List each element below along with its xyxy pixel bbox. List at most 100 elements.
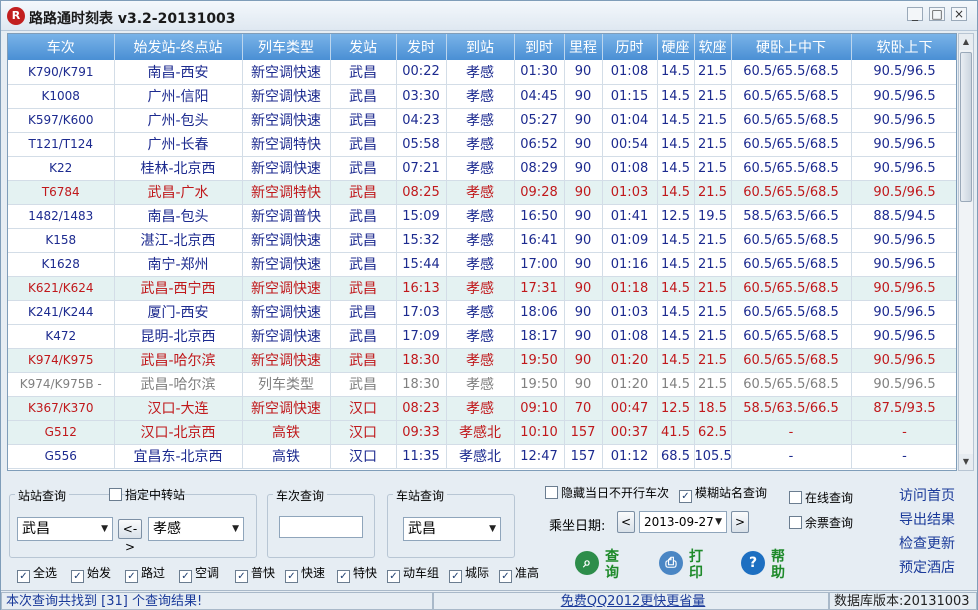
checkbox-box[interactable] bbox=[109, 488, 122, 501]
checkbox-box[interactable]: ✓ bbox=[449, 570, 462, 583]
table-row[interactable]: K367/K370 汉口-大连 新空调快速 汉口 08:23 孝感 09:10 70 00:47… bbox=[8, 396, 956, 421]
train-number-input[interactable] bbox=[279, 516, 363, 538]
checkbox-box[interactable]: ✓ bbox=[17, 570, 30, 583]
table-row[interactable]: K472 昆明-北京西 新空调快速 武昌 17:09 孝感 18:17 90 01:08 14.5… bbox=[8, 324, 956, 349]
column-header[interactable]: 发时 bbox=[396, 34, 447, 60]
date-picker[interactable]: 2013-09-27 ▼ bbox=[639, 511, 727, 533]
table-cell: 90 bbox=[564, 324, 603, 349]
from-station-select[interactable]: 武昌 ▼ bbox=[17, 517, 113, 541]
checkbox-box[interactable]: ✓ bbox=[125, 570, 138, 583]
train-type-checkbox[interactable]: ✓ 路过 bbox=[125, 566, 165, 583]
checkbox-box[interactable]: ✓ bbox=[235, 570, 248, 583]
table-row[interactable]: K158 湛江-北京西 新空调快速 武昌 15:32 孝感 16:41 90 01:09 14.5… bbox=[8, 228, 956, 253]
next-date-button[interactable]: > bbox=[731, 511, 749, 533]
scroll-down-icon[interactable]: ▼ bbox=[959, 454, 973, 470]
train-type-checkbox[interactable]: ✓ 动车组 bbox=[387, 566, 439, 583]
table-row[interactable]: T121/T124 广州-长春 新空调特快 武昌 05:58 孝感 06:52 90 00:54… bbox=[8, 132, 956, 157]
checkbox-box[interactable]: ✓ bbox=[285, 570, 298, 583]
side-link[interactable]: 预定酒店 bbox=[899, 557, 955, 577]
column-header[interactable]: 列车类型 bbox=[242, 34, 331, 60]
station-select[interactable]: 武昌 ▼ bbox=[403, 517, 501, 541]
table-cell: 90.5/96.5 bbox=[851, 180, 956, 205]
table-row[interactable]: K1628 南宁-郑州 新空调快速 武昌 15:44 孝感 17:00 90 01:16 14.5… bbox=[8, 252, 956, 277]
online-query-checkbox[interactable]: 在线查询 bbox=[789, 491, 853, 505]
table-cell: K241/K244 bbox=[8, 300, 115, 325]
scroll-thumb[interactable] bbox=[960, 52, 972, 202]
column-header[interactable]: 发站 bbox=[330, 34, 397, 60]
checkbox-box[interactable] bbox=[789, 516, 802, 529]
column-header[interactable]: 软卧上下 bbox=[851, 34, 956, 60]
side-link[interactable]: 检查更新 bbox=[899, 533, 955, 553]
remaining-tickets-checkbox[interactable]: 余票查询 bbox=[789, 516, 853, 530]
checkbox-box[interactable]: ✓ bbox=[679, 490, 692, 503]
column-header[interactable]: 硬座 bbox=[657, 34, 695, 60]
table-cell: 武昌 bbox=[330, 276, 397, 301]
column-header[interactable]: 里程 bbox=[564, 34, 603, 60]
train-type-checkbox[interactable]: ✓ 始发 bbox=[71, 566, 111, 583]
checkbox-box[interactable]: ✓ bbox=[387, 570, 400, 583]
checkbox-box[interactable] bbox=[789, 491, 802, 504]
column-header[interactable]: 硬卧上中下 bbox=[731, 34, 852, 60]
train-type-checkbox[interactable]: ✓ 全选 bbox=[17, 566, 57, 583]
side-link[interactable]: 导出结果 bbox=[899, 509, 955, 529]
from-station-value: 武昌 bbox=[22, 521, 50, 537]
vertical-scrollbar[interactable]: ▲ ▼ bbox=[958, 33, 974, 471]
checkbox-box[interactable]: ✓ bbox=[71, 570, 84, 583]
train-type-checkbox[interactable]: ✓ 普快 bbox=[235, 566, 275, 583]
table-row[interactable]: K1008 广州-信阳 新空调快速 武昌 03:30 孝感 04:45 90 01:15 14.5… bbox=[8, 84, 956, 109]
table-row[interactable]: K22 桂林-北京西 新空调快速 武昌 07:21 孝感 08:29 90 01:08 14.5 2… bbox=[8, 156, 956, 181]
query-button[interactable]: ⌕ 查询 bbox=[575, 549, 627, 583]
column-header[interactable]: 车次 bbox=[8, 34, 115, 60]
table-cell: K974/K975B - bbox=[8, 372, 115, 397]
chevron-down-icon: ▼ bbox=[101, 524, 108, 534]
hide-not-running-checkbox[interactable]: 隐藏当日不开行车次 bbox=[545, 486, 669, 500]
table-cell: 90 bbox=[564, 204, 603, 229]
table-row[interactable]: K974/K975B - 武昌-哈尔滨 列车类型 武昌 18:30 孝感 19:50 90 01… bbox=[8, 372, 956, 397]
title-bar: R 路路通时刻表 v3.2-20131003 _ □ × bbox=[1, 1, 977, 31]
prev-date-button[interactable]: < bbox=[617, 511, 635, 533]
train-type-checkbox[interactable]: ✓ 城际 bbox=[449, 566, 489, 583]
train-type-checkbox[interactable]: ✓ 快速 bbox=[285, 566, 325, 583]
print-button[interactable]: ⎙ 打印 bbox=[659, 549, 711, 583]
checkbox-box[interactable]: ✓ bbox=[179, 570, 192, 583]
table-row[interactable]: T6784 武昌-广水 新空调特快 武昌 08:25 孝感 09:28 90 01:03 14.5… bbox=[8, 180, 956, 205]
train-type-checkbox[interactable]: ✓ 空调 bbox=[179, 566, 219, 583]
column-header[interactable]: 始发站-终点站 bbox=[114, 34, 243, 60]
table-cell: 汉口 bbox=[330, 444, 397, 469]
minimize-icon[interactable]: _ bbox=[907, 7, 923, 21]
table-cell: 01:09 bbox=[602, 228, 658, 253]
side-link[interactable]: 访问首页 bbox=[899, 485, 955, 505]
table-cell: 01:08 bbox=[602, 60, 658, 85]
help-button[interactable]: ? 帮助 bbox=[741, 549, 793, 583]
table-row[interactable]: K241/K244 厦门-西安 新空调快速 武昌 17:03 孝感 18:06 90 01:03… bbox=[8, 300, 956, 325]
table-cell: 10:10 bbox=[514, 420, 565, 445]
close-icon[interactable]: × bbox=[951, 7, 967, 21]
table-row[interactable]: G512 汉口-北京西 高铁 汉口 09:33 孝感北 10:10 157 00:37 41.5 6… bbox=[8, 420, 956, 445]
table-row[interactable]: K790/K791 南昌-西安 新空调快速 武昌 00:22 孝感 01:30 90 01:08… bbox=[8, 60, 956, 85]
to-station-select[interactable]: 孝感 ▼ bbox=[148, 517, 244, 541]
train-type-checkbox[interactable]: ✓ 准高 bbox=[499, 566, 539, 583]
checkbox-box[interactable]: ✓ bbox=[337, 570, 350, 583]
column-header[interactable]: 到站 bbox=[446, 34, 515, 60]
table-row[interactable]: K974/K975 武昌-哈尔滨 新空调快速 武昌 18:30 孝感 19:50 90 01:2… bbox=[8, 348, 956, 373]
column-header[interactable]: 历时 bbox=[602, 34, 658, 60]
table-row[interactable]: K597/K600 广州-包头 新空调快速 武昌 04:23 孝感 05:27 90 01:04… bbox=[8, 108, 956, 133]
scroll-up-icon[interactable]: ▲ bbox=[959, 34, 973, 50]
table-row[interactable]: G556 宜昌东-北京西 高铁 汉口 11:35 孝感北 12:47 157 01:12 68.5… bbox=[8, 444, 956, 469]
table-cell: 厦门-西安 bbox=[114, 300, 243, 325]
checkbox-box[interactable]: ✓ bbox=[499, 570, 512, 583]
table-cell: 新空调快速 bbox=[242, 108, 331, 133]
checkbox-box[interactable] bbox=[545, 486, 558, 499]
swap-stations-button[interactable]: <-> bbox=[118, 519, 142, 554]
column-header[interactable]: 到时 bbox=[514, 34, 565, 60]
via-station-checkbox[interactable]: 指定中转站 bbox=[109, 488, 185, 502]
fuzzy-station-checkbox[interactable]: ✓ 模糊站名查询 bbox=[679, 486, 767, 503]
maximize-icon[interactable]: □ bbox=[929, 7, 945, 21]
table-row[interactable]: 1482/1483 南昌-包头 新空调普快 武昌 15:09 孝感 16:50 90 01:41… bbox=[8, 204, 956, 229]
table-cell: 新空调快速 bbox=[242, 84, 331, 109]
promo-link[interactable]: 免费QQ2012更快更省量 bbox=[433, 592, 829, 610]
table-cell: 09:28 bbox=[514, 180, 565, 205]
train-type-checkbox[interactable]: ✓ 特快 bbox=[337, 566, 377, 583]
table-row[interactable]: K621/K624 武昌-西宁西 新空调快速 武昌 16:13 孝感 17:31 90 01:1… bbox=[8, 276, 956, 301]
column-header[interactable]: 软座 bbox=[694, 34, 732, 60]
